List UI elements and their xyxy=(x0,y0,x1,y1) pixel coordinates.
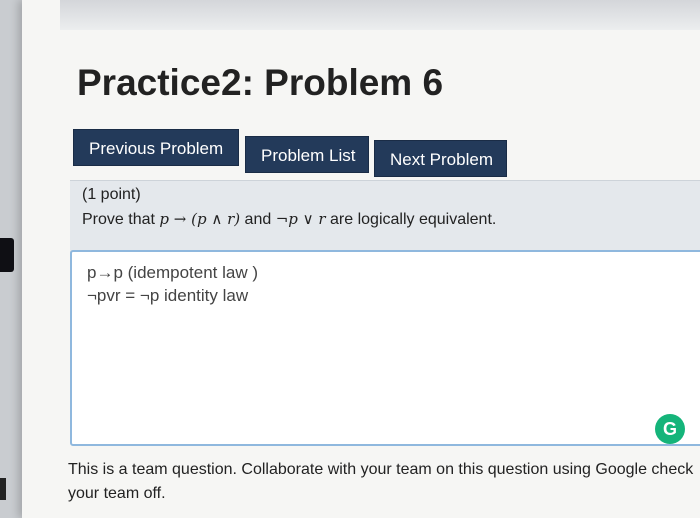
previous-problem-button[interactable]: Previous Problem xyxy=(73,129,239,166)
answer-line-1: p→p (idempotent law ) xyxy=(87,263,259,282)
statement-and: and xyxy=(244,211,272,228)
left-edge-block xyxy=(0,238,14,272)
grammar-check-icon[interactable]: G xyxy=(655,414,685,444)
problem-statement: Prove that p → (p ∧ r) and ¬p ∨ r are lo… xyxy=(82,210,496,229)
top-strip xyxy=(60,0,700,30)
team-note: This is a team question. Collaborate wit… xyxy=(68,461,694,502)
answer-line-2: ¬pvr = ¬p identity law xyxy=(87,286,249,305)
statement-prefix: Prove that xyxy=(82,211,155,228)
problem-points: (1 point) xyxy=(82,186,141,203)
expression-2: ¬p ∨ r xyxy=(275,210,326,228)
statement-suffix: are logically equivalent. xyxy=(330,211,497,228)
page-title: Practice2: Problem 6 xyxy=(77,62,444,103)
problem-list-button[interactable]: Problem List xyxy=(245,136,369,173)
left-edge-mark xyxy=(0,478,6,500)
next-problem-button[interactable]: Next Problem xyxy=(374,140,507,177)
expression-1: p → (p ∧ r) xyxy=(159,210,241,228)
answer-content[interactable]: p→p (idempotent law ) ¬pvr = ¬p identity… xyxy=(87,261,258,307)
